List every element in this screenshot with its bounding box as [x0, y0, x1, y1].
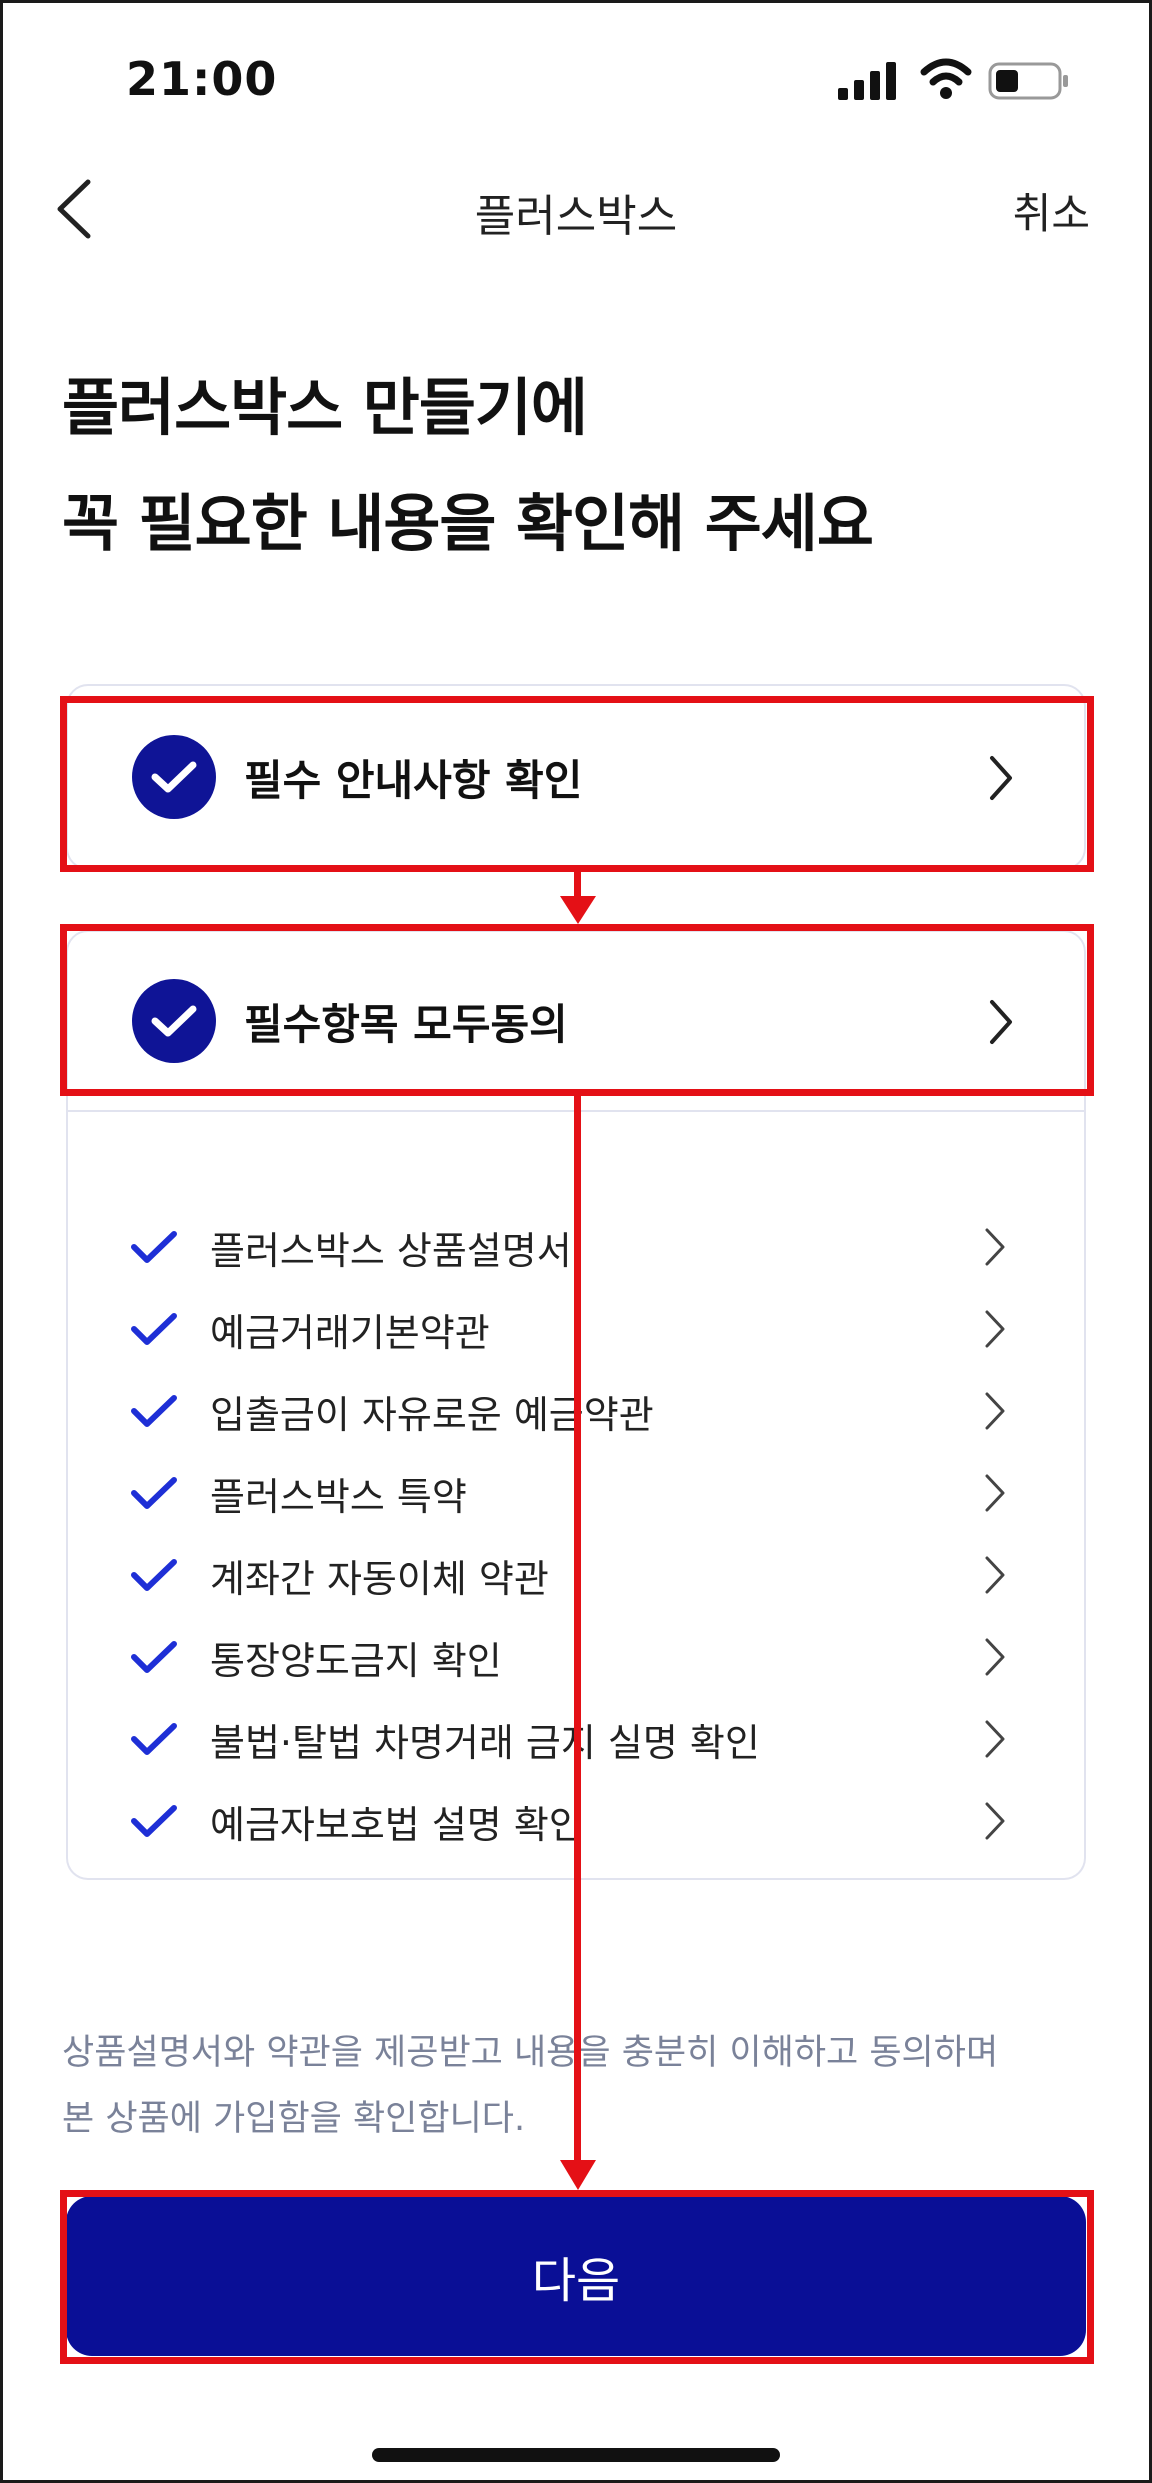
headline-line-1: 플러스박스 만들기에 — [62, 371, 588, 444]
agreement-label: 계좌간 자동이체 약관 — [210, 1556, 549, 1601]
annotation-highlight-box — [60, 696, 1094, 872]
annotation-arrowhead-icon — [560, 896, 596, 924]
chevron-right-icon — [985, 1556, 1005, 1594]
consent-notice-line-1: 상품설명서와 약관을 제공받고 내용을 충분히 이해하고 동의하며 — [62, 2033, 999, 2073]
check-icon — [131, 1723, 177, 1755]
agreement-label: 입출금이 자유로운 예금약관 — [210, 1392, 654, 1437]
check-icon — [131, 1641, 177, 1673]
cancel-button[interactable]: 취소 — [1013, 180, 1090, 241]
consent-notice: 상품설명서와 약관을 제공받고 내용을 충분히 이해하고 동의하며 본 상품에 … — [62, 2020, 1102, 2152]
chevron-right-icon — [985, 1392, 1005, 1430]
annotation-arrow-line — [574, 1096, 581, 2164]
page-headline: 플러스박스 만들기에 꼭 필요한 내용을 확인해 주세요 — [62, 350, 874, 582]
agreement-label: 예금자보호법 설명 확인 — [210, 1802, 584, 1847]
agreement-label: 플러스박스 상품설명서 — [210, 1228, 572, 1273]
consent-notice-line-2: 본 상품에 가입함을 확인합니다. — [62, 2099, 526, 2139]
chevron-right-icon — [985, 1228, 1005, 1266]
check-icon — [131, 1477, 177, 1509]
nav-title: 플러스박스 — [474, 191, 678, 242]
agreement-label: 플러스박스 특약 — [210, 1474, 467, 1519]
home-indicator — [372, 2448, 780, 2462]
chevron-right-icon — [985, 1310, 1005, 1348]
check-icon — [131, 1313, 177, 1345]
check-icon — [131, 1231, 177, 1263]
chevron-right-icon — [985, 1720, 1005, 1758]
agreement-label: 불법·탈법 차명거래 금지 실명 확인 — [210, 1720, 760, 1765]
chevron-right-icon — [985, 1638, 1005, 1676]
status-time: 21:00 — [126, 52, 278, 106]
battery-icon — [988, 62, 1068, 100]
annotation-highlight-box — [60, 2190, 1094, 2364]
check-icon — [131, 1395, 177, 1427]
chevron-right-icon — [985, 1474, 1005, 1512]
annotation-highlight-box — [60, 924, 1094, 1096]
headline-line-2: 꼭 필요한 내용을 확인해 주세요 — [62, 487, 874, 560]
chevron-right-icon — [985, 1802, 1005, 1840]
check-icon — [131, 1559, 177, 1591]
agreement-label: 예금거래기본약관 — [210, 1310, 490, 1355]
agreement-label: 통장양도금지 확인 — [210, 1638, 502, 1683]
wifi-icon — [920, 58, 972, 99]
cellular-signal-icon — [838, 62, 896, 100]
annotation-arrowhead-icon — [560, 2160, 596, 2190]
check-icon — [131, 1805, 177, 1837]
